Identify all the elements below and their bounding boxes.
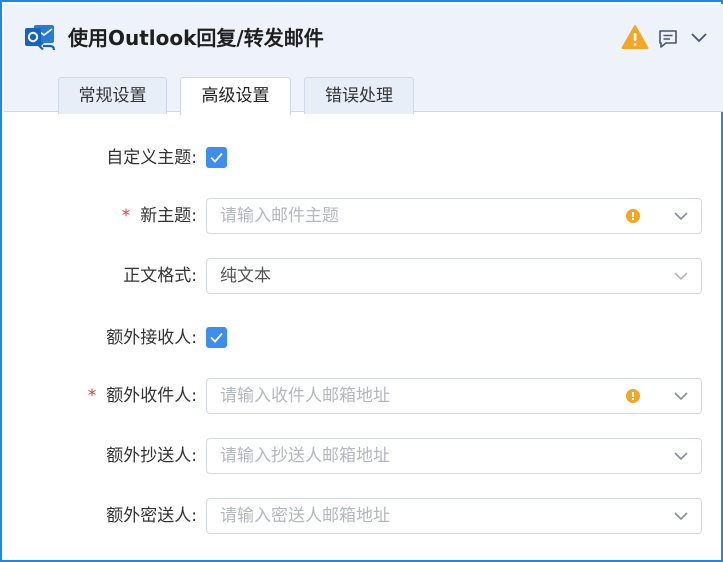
chevron-down-icon [674,452,688,461]
extra-recipients-checkbox[interactable] [206,327,227,348]
extra-cc-label: 额外抄送人: [106,446,197,466]
body-format-row: 正文格式: 纯文本 [4,258,723,294]
extra-bcc-select[interactable]: 请输入密送人邮箱地址 [206,498,702,534]
required-marker: * [121,206,131,226]
checkmark-icon [210,152,223,163]
extra-to-label: * 额外收件人: [88,378,197,414]
new-subject-placeholder: 请输入邮件主题 [220,206,339,226]
extra-bcc-placeholder: 请输入密送人邮箱地址 [220,506,390,526]
checkmark-icon [210,332,223,343]
custom-subject-label: 自定义主题: [106,148,197,168]
custom-subject-row: 自定义主题: [4,140,723,176]
new-subject-row: * 新主题: 请输入邮件主题 [4,198,723,234]
chevron-down-icon [674,392,688,401]
window-frame: 使用Outlook回复/转发邮件 常规设置 高级设置 错误处理 自定义主题: *… [0,0,723,562]
chevron-down-icon[interactable] [688,28,710,48]
body-format-value: 纯文本 [220,266,271,286]
extra-to-row: * 额外收件人: 请输入收件人邮箱地址 [4,378,723,414]
new-subject-label: * 新主题: [122,198,197,234]
body-format-select[interactable]: 纯文本 [206,258,702,294]
message-icon[interactable] [657,28,679,50]
extra-to-select[interactable]: 请输入收件人邮箱地址 [206,378,702,414]
warning-icon[interactable] [621,24,649,50]
extra-recipients-row: 额外接收人: [4,320,723,356]
tab-general-settings[interactable]: 常规设置 [58,77,167,114]
custom-subject-checkbox[interactable] [206,147,227,168]
tab-error-handling[interactable]: 错误处理 [304,77,414,114]
extra-cc-row: 额外抄送人: 请输入抄送人邮箱地址 [4,438,723,474]
chevron-down-icon [674,212,688,221]
extra-bcc-label: 额外密送人: [106,506,197,526]
chevron-down-icon [674,512,688,521]
page-title: 使用Outlook回复/转发邮件 [68,26,324,50]
new-subject-label-text: 新主题: [140,206,197,226]
field-warning-icon [626,389,640,403]
chevron-down-icon [674,272,688,281]
extra-to-placeholder: 请输入收件人邮箱地址 [220,386,390,406]
extra-cc-select[interactable]: 请输入抄送人邮箱地址 [206,438,702,474]
new-subject-select[interactable]: 请输入邮件主题 [206,198,702,234]
extra-cc-placeholder: 请输入抄送人邮箱地址 [220,446,390,466]
extra-recipients-label: 额外接收人: [106,328,197,348]
outlook-icon [23,20,57,54]
header: 使用Outlook回复/转发邮件 常规设置 高级设置 错误处理 [4,4,723,115]
extra-bcc-row: 额外密送人: 请输入密送人邮箱地址 [4,498,723,534]
body-format-label: 正文格式: [123,266,197,286]
required-marker: * [87,386,97,406]
field-warning-icon [626,209,640,223]
advanced-settings-form: 自定义主题: * 新主题: 请输入邮件主题 正文格式: 纯文本 额外接收人: *… [4,112,723,562]
tab-advanced-settings[interactable]: 高级设置 [180,77,291,115]
extra-to-label-text: 额外收件人: [106,386,197,406]
